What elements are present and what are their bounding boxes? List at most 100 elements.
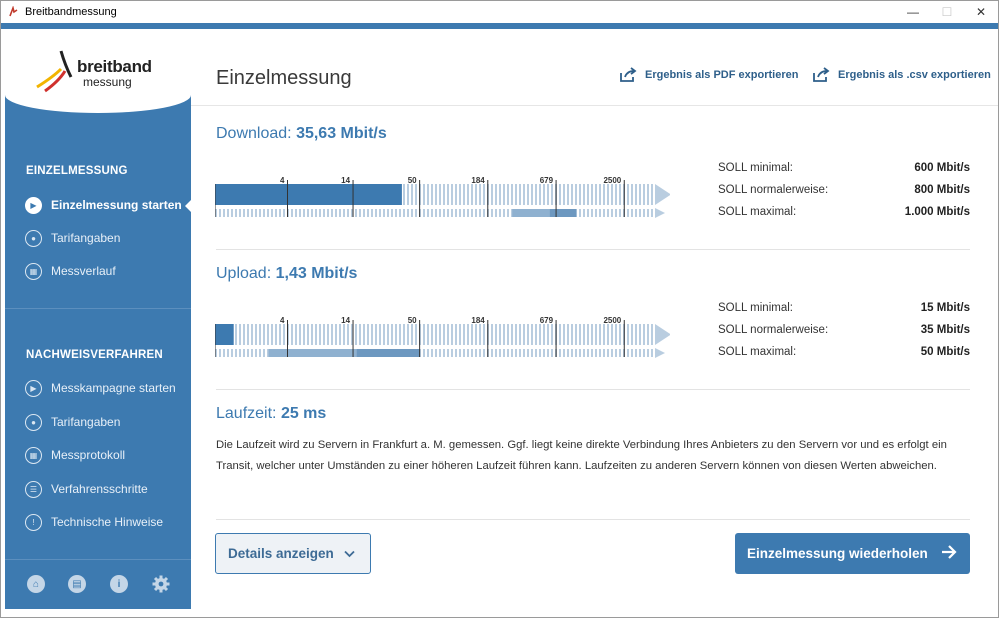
gauge-stripe bbox=[503, 184, 505, 205]
gauge-stripe bbox=[591, 349, 593, 357]
gauge-stripe bbox=[367, 324, 369, 345]
gauge-stripe bbox=[639, 349, 641, 357]
logo-subtext: messung bbox=[83, 75, 132, 89]
window-title: Breitbandmessung bbox=[25, 6, 117, 18]
gauge-stripe bbox=[587, 209, 589, 217]
gauge-stripe bbox=[443, 209, 445, 217]
sidebar-item-technische-hinweise[interactable]: ! Technische Hinweise bbox=[25, 512, 163, 532]
gauge-stripe bbox=[503, 349, 505, 357]
gauge-stripe bbox=[363, 209, 365, 217]
chevron-down-icon bbox=[344, 550, 355, 557]
gauge-stripe bbox=[327, 324, 329, 345]
gauge-stripe bbox=[543, 324, 545, 345]
sidebar-item-tarifangaben-nachweis[interactable]: ● Tarifangaben bbox=[25, 412, 120, 432]
home-icon[interactable]: ⌂ bbox=[27, 575, 45, 593]
gauge-stripe bbox=[627, 324, 629, 345]
export-pdf-link[interactable]: Ergebnis als PDF exportieren bbox=[619, 67, 798, 83]
gauge-stripe bbox=[411, 324, 413, 345]
sidebar-item-messverlauf[interactable]: ▦ Messverlauf bbox=[25, 261, 116, 281]
sidebar-item-einzelmessung-starten[interactable]: ▶ Einzelmessung starten bbox=[25, 195, 191, 215]
gauge-stripe bbox=[395, 209, 397, 217]
gauge-stripe bbox=[547, 324, 549, 345]
sidebar-item-label: Tarifangaben bbox=[51, 415, 121, 429]
gauge-stripe bbox=[403, 324, 405, 345]
gauge-stripe bbox=[615, 184, 617, 205]
gauge-stripe bbox=[427, 324, 429, 345]
gauge-stripe bbox=[599, 324, 601, 345]
info-icon[interactable]: i bbox=[110, 575, 128, 593]
upload-label: Upload: bbox=[216, 265, 272, 282]
gauge-stripe bbox=[559, 184, 561, 205]
gear-icon[interactable] bbox=[152, 575, 170, 593]
details-button[interactable]: Details anzeigen bbox=[215, 533, 371, 574]
gauge-stripe bbox=[639, 184, 641, 205]
gauge-stripe bbox=[415, 184, 417, 205]
gauge-stripe bbox=[511, 324, 513, 345]
gauge-measured-bar bbox=[215, 324, 234, 345]
gauge-stripe bbox=[519, 324, 521, 345]
gauge-stripe bbox=[303, 324, 305, 345]
gauge-stripe bbox=[491, 184, 493, 205]
gauge-stripe bbox=[499, 349, 501, 357]
gauge-stripe bbox=[491, 209, 493, 217]
gauge-stripe bbox=[311, 324, 313, 345]
upload-value: 1,43 Mbit/s bbox=[275, 265, 358, 282]
gauge-stripe bbox=[231, 349, 233, 357]
soll-value: 600 Mbit/s bbox=[914, 162, 970, 174]
section-einzelmessung: EINZELMESSUNG bbox=[26, 165, 128, 177]
gauge-stripe bbox=[235, 324, 237, 345]
export-csv-link[interactable]: Ergebnis als .csv exportieren bbox=[812, 67, 991, 83]
soll-row: SOLL maximal: 1.000 Mbit/s bbox=[718, 201, 970, 223]
gauge-stripe bbox=[531, 184, 533, 205]
gauge-stripe bbox=[251, 349, 253, 357]
main-content: Einzelmessung Ergebnis als PDF exportier… bbox=[191, 29, 998, 609]
gauge-stripe bbox=[347, 324, 349, 345]
maximize-button[interactable]: ☐ bbox=[930, 1, 964, 23]
gauge-stripe bbox=[439, 209, 441, 217]
close-button[interactable]: ✕ bbox=[964, 1, 998, 23]
gauge-stripe bbox=[507, 209, 509, 217]
sidebar-item-verfahrensschritte[interactable]: ☰ Verfahrensschritte bbox=[25, 479, 148, 499]
app-window: Breitbandmessung — ☐ ✕ breitband messung… bbox=[0, 0, 999, 618]
gauge-stripe bbox=[619, 349, 621, 357]
minimize-button[interactable]: — bbox=[896, 1, 930, 23]
gauge-soll-range bbox=[356, 349, 420, 357]
gauge-stripe bbox=[607, 349, 609, 357]
chat-icon[interactable]: ▤ bbox=[68, 575, 86, 593]
export-pdf-label: Ergebnis als PDF exportieren bbox=[645, 69, 799, 81]
gauge-stripe bbox=[431, 184, 433, 205]
sidebar-item-label: Messverlauf bbox=[51, 264, 116, 278]
upload-title: Upload: 1,43 Mbit/s bbox=[216, 265, 357, 283]
sidebar-item-messprotokoll[interactable]: ▦ Messprotokoll bbox=[25, 445, 125, 465]
gauge-stripe bbox=[471, 209, 473, 217]
arrow-right-icon bbox=[942, 545, 957, 559]
gauge-stripe bbox=[299, 209, 301, 217]
sidebar-item-label: Messkampagne starten bbox=[51, 381, 176, 395]
gauge-stripe bbox=[619, 324, 621, 345]
gauge-stripe bbox=[443, 349, 445, 357]
gauge-stripe bbox=[399, 324, 401, 345]
gauge-stripe bbox=[611, 184, 613, 205]
gauge-stripe bbox=[447, 184, 449, 205]
gauge-stripe bbox=[571, 324, 573, 345]
sidebar-item-messkampagne-starten[interactable]: ▶ Messkampagne starten bbox=[25, 378, 176, 398]
sidebar-item-tarifangaben[interactable]: ● Tarifangaben bbox=[25, 228, 120, 248]
gauge-stripe bbox=[459, 324, 461, 345]
repeat-measurement-button[interactable]: Einzelmessung wiederholen bbox=[735, 533, 970, 574]
gauge-stripe bbox=[563, 324, 565, 345]
gauge-stripe bbox=[463, 349, 465, 357]
gauge-stripe bbox=[455, 184, 457, 205]
gauge-stripe bbox=[355, 209, 357, 217]
gauge-stripe bbox=[583, 324, 585, 345]
soll-row: SOLL normalerweise: 800 Mbit/s bbox=[718, 179, 970, 201]
gauge-stripe bbox=[571, 349, 573, 357]
soll-row: SOLL minimal: 15 Mbit/s bbox=[718, 297, 970, 319]
gauge-stripe bbox=[619, 184, 621, 205]
gauge-stripe bbox=[651, 349, 653, 357]
gauge-stripe bbox=[443, 324, 445, 345]
sidebar: breitband messung EINZELMESSUNG ▶ Einzel… bbox=[5, 29, 191, 609]
gauge-stripe bbox=[639, 324, 641, 345]
gauge-stripe bbox=[335, 324, 337, 345]
gauge-stripe bbox=[383, 209, 385, 217]
gauge-stripe bbox=[239, 209, 241, 217]
